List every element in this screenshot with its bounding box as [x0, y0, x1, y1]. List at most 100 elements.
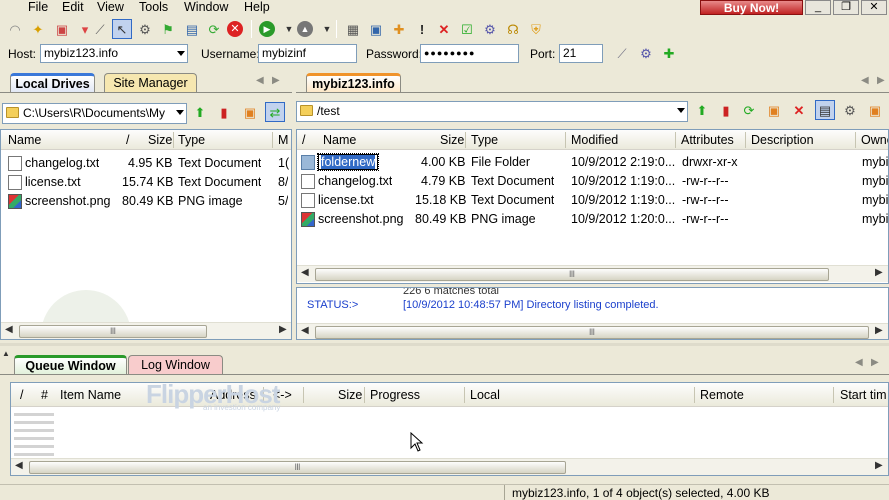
refresh-tree-icon[interactable]: ⚙ [135, 19, 155, 39]
col-modified[interactable]: Modified [571, 133, 618, 147]
rename-input[interactable]: foldernew [316, 153, 380, 171]
remote-path-input[interactable]: /test [296, 101, 688, 122]
tab-scroll-right-icon[interactable]: ▶ [272, 75, 280, 86]
wand-icon[interactable]: ✦ [28, 19, 48, 39]
up-folder-icon[interactable]: ⬆ [190, 102, 210, 122]
minimize-button[interactable]: _ [805, 0, 831, 15]
tools-icon[interactable]: ⚙ [840, 100, 860, 120]
col-description[interactable]: Description [751, 133, 814, 147]
remote-hscrollbar[interactable]: ◀ Ⅲ ▶ [297, 265, 888, 282]
col-sort[interactable]: / [126, 133, 129, 147]
path-dropdown-icon[interactable] [677, 108, 685, 113]
col-type[interactable]: Type [178, 133, 205, 147]
col-size[interactable]: Size [440, 133, 464, 147]
delete-icon[interactable]: ✕ [789, 100, 809, 120]
open-icon[interactable]: ◠ [5, 19, 25, 39]
password-input[interactable]: ●●●●●●●● [420, 44, 519, 63]
select-icon[interactable]: ↖ [112, 19, 132, 39]
bookmark-icon[interactable]: ▮ [716, 100, 736, 120]
host-dropdown-icon[interactable] [177, 51, 185, 56]
tab-scroll-right-icon[interactable]: ▶ [877, 75, 885, 86]
settings-icon[interactable]: ⚙ [480, 19, 500, 39]
table-row-selected[interactable]: foldernew 4.00 KB File Folder 10/9/2012 … [297, 153, 888, 172]
scroll-right-icon[interactable]: ▶ [875, 267, 883, 278]
log-hscrollbar[interactable]: ◀ Ⅲ ▶ [297, 323, 888, 339]
col-type[interactable]: Type [471, 133, 498, 147]
scroll-right-icon[interactable]: ▶ [279, 324, 287, 335]
col-sort[interactable]: / [302, 133, 305, 147]
connect-icon[interactable]: ⟋ [612, 43, 632, 63]
scroll-thumb[interactable]: Ⅲ [315, 326, 869, 339]
exclamation-icon[interactable]: ! [412, 19, 432, 39]
bookmark-icon[interactable]: ▮ [214, 102, 234, 122]
menu-help[interactable]: Help [244, 0, 270, 14]
delete-icon[interactable]: ✕ [434, 19, 454, 39]
tab-scroll-right-icon[interactable]: ▶ [871, 357, 879, 368]
scroll-thumb[interactable]: Ⅲ [29, 461, 566, 474]
connection-settings-icon[interactable]: ⚙ [636, 43, 656, 63]
port-input[interactable]: 21 [559, 44, 603, 63]
menu-tools[interactable]: Tools [139, 0, 168, 14]
checklist-icon[interactable]: ☑ [457, 19, 477, 39]
scroll-right-icon[interactable]: ▶ [875, 325, 883, 336]
stop-icon[interactable]: ✕ [227, 21, 243, 37]
scroll-right-icon[interactable]: ▶ [875, 460, 883, 471]
restore-button[interactable]: ❐ [833, 0, 859, 15]
col-item-name[interactable]: Item Name [60, 388, 121, 402]
col-owner[interactable]: Owne [861, 133, 888, 147]
tab-scroll-left-icon[interactable]: ◀ [256, 75, 264, 86]
col-start-time[interactable]: Start tim [840, 388, 887, 402]
table-row[interactable]: screenshot.png 80.49 KB PNG image 5/ [1, 192, 291, 211]
menu-edit[interactable]: Edit [62, 0, 84, 14]
view-details-icon[interactable]: ▤ [815, 100, 835, 120]
up-dropdown-icon[interactable]: ▼ [317, 19, 337, 39]
tab-log-window[interactable]: Log Window [128, 355, 223, 375]
new-file-icon[interactable]: ▣ [865, 100, 885, 120]
disconnect-icon[interactable]: ⟋ [90, 19, 110, 39]
scroll-left-icon[interactable]: ◀ [15, 460, 23, 471]
scroll-left-icon[interactable]: ◀ [5, 324, 13, 335]
flag-icon[interactable]: ⚑ [158, 19, 178, 39]
reload-icon[interactable]: ⟳ [204, 19, 224, 39]
col-size[interactable]: Size [338, 388, 362, 402]
menu-file[interactable]: File [28, 0, 48, 14]
up-folder-icon[interactable]: ⬆ [692, 100, 712, 120]
buy-now-button[interactable]: Buy Now! [700, 0, 803, 15]
close-window-button[interactable]: ✕ [861, 0, 887, 15]
col-name[interactable]: Name [8, 133, 41, 147]
doc-icon[interactable]: ▦ [343, 19, 363, 39]
scroll-thumb[interactable]: Ⅲ [19, 325, 207, 338]
play-icon[interactable]: ▶ [259, 21, 275, 37]
col-remote[interactable]: Remote [700, 388, 744, 402]
table-row[interactable]: license.txt 15.18 KB Text Document 10/9/… [297, 191, 888, 210]
play-dropdown-icon[interactable]: ▼ [279, 19, 299, 39]
table-row[interactable]: screenshot.png 80.49 KB PNG image 10/9/2… [297, 210, 888, 229]
col-name[interactable]: Name [323, 133, 356, 147]
menu-window[interactable]: Window [184, 0, 228, 14]
tab-scroll-left-icon[interactable]: ◀ [855, 357, 863, 368]
tab-site-manager[interactable]: Site Manager [104, 73, 197, 93]
col-attributes[interactable]: Attributes [681, 133, 734, 147]
host-input[interactable]: mybiz123.info [40, 44, 188, 63]
tab-scroll-left-icon[interactable]: ◀ [861, 75, 869, 86]
new-folder-remote-icon[interactable]: ▣ [764, 100, 784, 120]
up-icon[interactable]: ▲ [297, 21, 313, 37]
queue-icon[interactable]: ▤ [182, 19, 202, 39]
col-progress[interactable]: Progress [370, 388, 420, 402]
table-row[interactable]: license.txt 15.74 KB Text Document 8/ [1, 173, 291, 192]
refresh-icon[interactable]: ⟳ [739, 100, 759, 120]
sync-icon[interactable]: ⇄ [265, 102, 285, 122]
col-local[interactable]: Local [470, 388, 500, 402]
queue-hscrollbar[interactable]: ◀ Ⅲ ▶ [11, 458, 888, 475]
new-site-icon[interactable]: ▣ [52, 19, 72, 39]
scroll-left-icon[interactable]: ◀ [301, 325, 309, 336]
shield-icon[interactable]: ⛨ [526, 19, 546, 39]
col-modified[interactable]: M [278, 133, 288, 147]
add-site-icon[interactable]: ✚ [659, 43, 679, 63]
col-index[interactable]: # [41, 388, 48, 402]
username-input[interactable]: mybizinf [258, 44, 357, 63]
tab-remote-site[interactable]: mybiz123.info [306, 73, 401, 93]
col-sort[interactable]: / [20, 388, 23, 402]
table-row[interactable]: changelog.txt 4.79 KB Text Document 10/9… [297, 172, 888, 191]
local-path-input[interactable]: C:\Users\R\Documents\My [2, 103, 187, 124]
